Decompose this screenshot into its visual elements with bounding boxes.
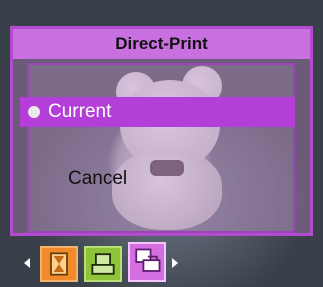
print-mode-button[interactable]	[84, 246, 122, 282]
option-label: Current	[48, 101, 112, 122]
direct-print-mode-button[interactable]	[128, 242, 166, 282]
option-cancel[interactable]: Cancel	[20, 164, 295, 194]
direct-print-icon	[135, 248, 161, 272]
menu-body	[27, 63, 295, 233]
hourglass-mode-button[interactable]	[40, 246, 78, 282]
hourglass-icon	[50, 252, 68, 276]
printer-icon	[91, 253, 115, 275]
direct-print-menu: Direct-Print	[10, 26, 313, 236]
right-arrow-icon[interactable]	[172, 258, 178, 268]
option-label: Cancel	[68, 168, 128, 189]
menu-title: Direct-Print	[13, 29, 310, 59]
option-current[interactable]: Current	[20, 97, 295, 127]
selected-bullet-icon	[28, 106, 40, 118]
left-arrow-icon[interactable]	[24, 258, 30, 268]
mode-icon-bar	[24, 242, 184, 284]
